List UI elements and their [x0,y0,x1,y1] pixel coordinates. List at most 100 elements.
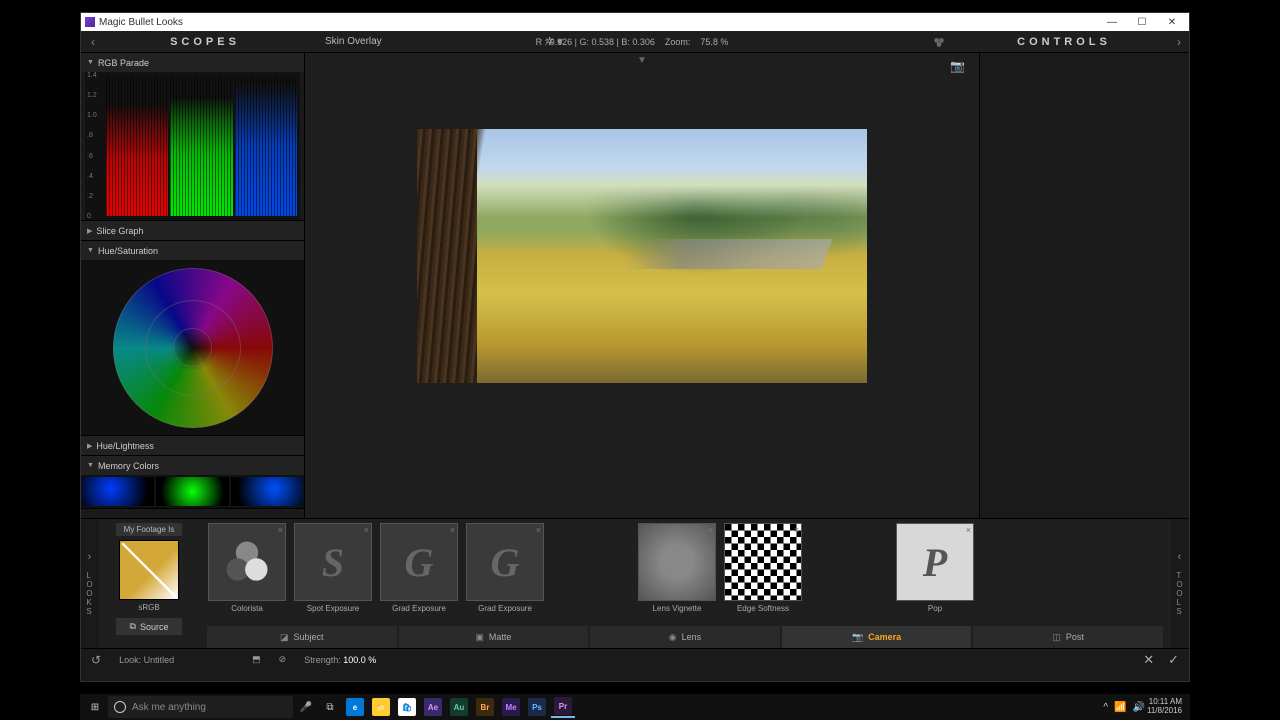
search-placeholder: Ask me anything [132,702,206,713]
top-toolbar: ‹ SCOPES Skin Overlay ✲ ▾ R : 0.626 | G:… [81,31,1189,53]
strength-value[interactable]: 100.0 % [343,655,376,665]
channel-icon[interactable] [931,36,947,48]
close-icon[interactable]: × [278,525,283,535]
main-area: ▼RGB Parade 1.41.21.0.8.6.4.20 ▶Slice Gr… [81,53,1189,518]
memory-colors-scope [81,475,304,508]
look-name[interactable]: Untitled [144,655,175,665]
lens-icon: ◉ [669,632,677,643]
back-button[interactable]: ‹ [81,35,105,49]
volume-icon[interactable]: 🔊 [1133,702,1145,713]
windows-taskbar: ⊞ Ask me anything 🎤 ⧉ e📁🛍AeAuBrMePsPr ^ … [80,694,1190,720]
maximize-button[interactable]: ☐ [1127,17,1157,28]
subject-icon: ◪ [280,632,289,643]
zoom-label: Zoom: [665,37,691,47]
controls-panel [979,53,1189,518]
chain-tabs: ◪Subject ▣Matte ◉Lens 📷Camera ◫Post [207,626,1163,648]
cancel-button[interactable]: ✕ [1143,652,1154,668]
look-label: Look: [119,655,141,665]
gear-icon[interactable]: ✲ ▾ [545,35,563,48]
mic-icon[interactable]: 🎤 [295,696,317,718]
tray-up-icon[interactable]: ^ [1103,702,1108,713]
close-icon[interactable]: × [708,525,713,535]
start-button[interactable]: ⊞ [84,696,106,718]
undo-button[interactable]: ↺ [91,653,101,667]
taskview-button[interactable]: ⧉ [319,696,341,718]
clock[interactable]: 10:11 AM11/8/2016 [1147,698,1186,716]
app-window: Magic Bullet Looks — ☐ ✕ ‹ SCOPES Skin O… [80,12,1190,682]
tab-subject[interactable]: ◪Subject [207,626,397,648]
window-title: Magic Bullet Looks [99,17,183,28]
chain-item-grad-exposure-2[interactable]: ×G Grad Exposure [465,523,545,613]
chain-source: My Footage Is sRGB ⧉Source [99,519,199,648]
tab-post[interactable]: ◫Post [973,626,1163,648]
search-box[interactable]: Ask me anything [108,696,293,718]
post-icon: ◫ [1052,632,1061,643]
rgb-parade-header[interactable]: ▼RGB Parade [81,53,304,72]
taskbar-app[interactable]: Br [473,696,497,718]
overlay-label[interactable]: Skin Overlay [325,36,382,47]
srgb-thumb[interactable] [119,540,179,600]
taskbar-app[interactable]: 📁 [369,696,393,718]
taskbar-app[interactable]: Ps [525,696,549,718]
source-button[interactable]: ⧉Source [116,618,183,635]
matte-icon: ▣ [475,632,484,643]
close-icon[interactable]: × [794,525,799,535]
close-icon[interactable]: × [536,525,541,535]
srgb-label: sRGB [138,603,159,612]
preview-area[interactable]: ▼ 📷 [305,53,979,518]
hue-sat-header[interactable]: ▼Hue/Saturation [81,241,304,260]
close-icon[interactable]: × [966,525,971,535]
preview-infobar: Skin Overlay ✲ ▾ R : 0.626 | G: 0.538 | … [305,37,959,47]
parade-ticks: 1.41.21.0.8.6.4.20 [87,72,105,220]
system-tray[interactable]: ^ 📶 🔊 [1103,702,1145,713]
tab-matte[interactable]: ▣Matte [399,626,589,648]
taskbar-app[interactable]: Ae [421,696,445,718]
chain-item-colorista[interactable]: × Colorista [207,523,287,613]
looks-strip[interactable]: › LOOKS [81,519,99,648]
taskbar-app[interactable]: 🛍 [395,696,419,718]
chain-item-edge-softness[interactable]: × Edge Softness [723,523,803,613]
controls-title: CONTROLS [959,36,1169,48]
rgb-parade-scope: 1.41.21.0.8.6.4.20 [85,72,300,220]
camera-tab-icon: 📷 [852,632,863,643]
camera-icon[interactable]: 📷 [950,59,965,73]
scopes-title: SCOPES [105,36,305,48]
expand-looks-icon[interactable]: › [88,551,93,563]
expand-tools-icon[interactable]: ‹ [1178,551,1183,563]
app-icon [85,17,95,27]
close-button[interactable]: ✕ [1157,17,1187,28]
strength-icon: ⊘ [279,654,287,665]
tab-lens[interactable]: ◉Lens [590,626,780,648]
hue-light-header[interactable]: ▶Hue/Lightness [81,436,304,455]
network-icon[interactable]: 📶 [1114,702,1126,713]
close-icon[interactable]: × [364,525,369,535]
slice-graph-header[interactable]: ▶Slice Graph [81,221,304,240]
close-icon[interactable]: × [450,525,455,535]
taskbar-app[interactable]: Au [447,696,471,718]
chain-item-grad-exposure[interactable]: ×G Grad Exposure [379,523,459,613]
minimize-button[interactable]: — [1097,17,1127,28]
taskbar-app[interactable]: Me [499,696,523,718]
chain-item-lens-vignette[interactable]: × Lens Vignette [637,523,717,613]
chain-items: × Colorista ×S Spot Exposure ×G Grad Exp… [207,523,1163,626]
footage-label[interactable]: My Footage Is [116,523,183,536]
zoom-value[interactable]: 75.8 % [700,37,728,47]
taskbar-app[interactable]: e [343,696,367,718]
strength-label: Strength: [304,655,341,665]
titlebar: Magic Bullet Looks — ☐ ✕ [81,13,1189,31]
taskbar-app[interactable]: Pr [551,696,575,718]
memory-colors-header[interactable]: ▼Memory Colors [81,456,304,475]
preview-image [417,129,867,383]
effect-chain: › LOOKS My Footage Is sRGB ⧉Source × Col… [81,518,1189,648]
tab-camera[interactable]: 📷Camera [782,626,972,648]
bottom-toolbar: ↺ Look: Untitled ⬒ ⊘ Strength: 100.0 % ✕… [81,648,1189,670]
save-button[interactable]: ⬒ [252,654,261,665]
preview-collapse-icon[interactable]: ▼ [637,55,647,66]
cortana-icon [114,701,126,713]
apply-button[interactable]: ✓ [1168,652,1179,668]
chain-item-spot-exposure[interactable]: ×S Spot Exposure [293,523,373,613]
chain-item-pop[interactable]: ×P Pop [895,523,975,613]
forward-button[interactable]: › [1169,35,1189,49]
scopes-panel: ▼RGB Parade 1.41.21.0.8.6.4.20 ▶Slice Gr… [81,53,305,518]
tools-strip[interactable]: ‹ TOOLS [1171,519,1189,648]
